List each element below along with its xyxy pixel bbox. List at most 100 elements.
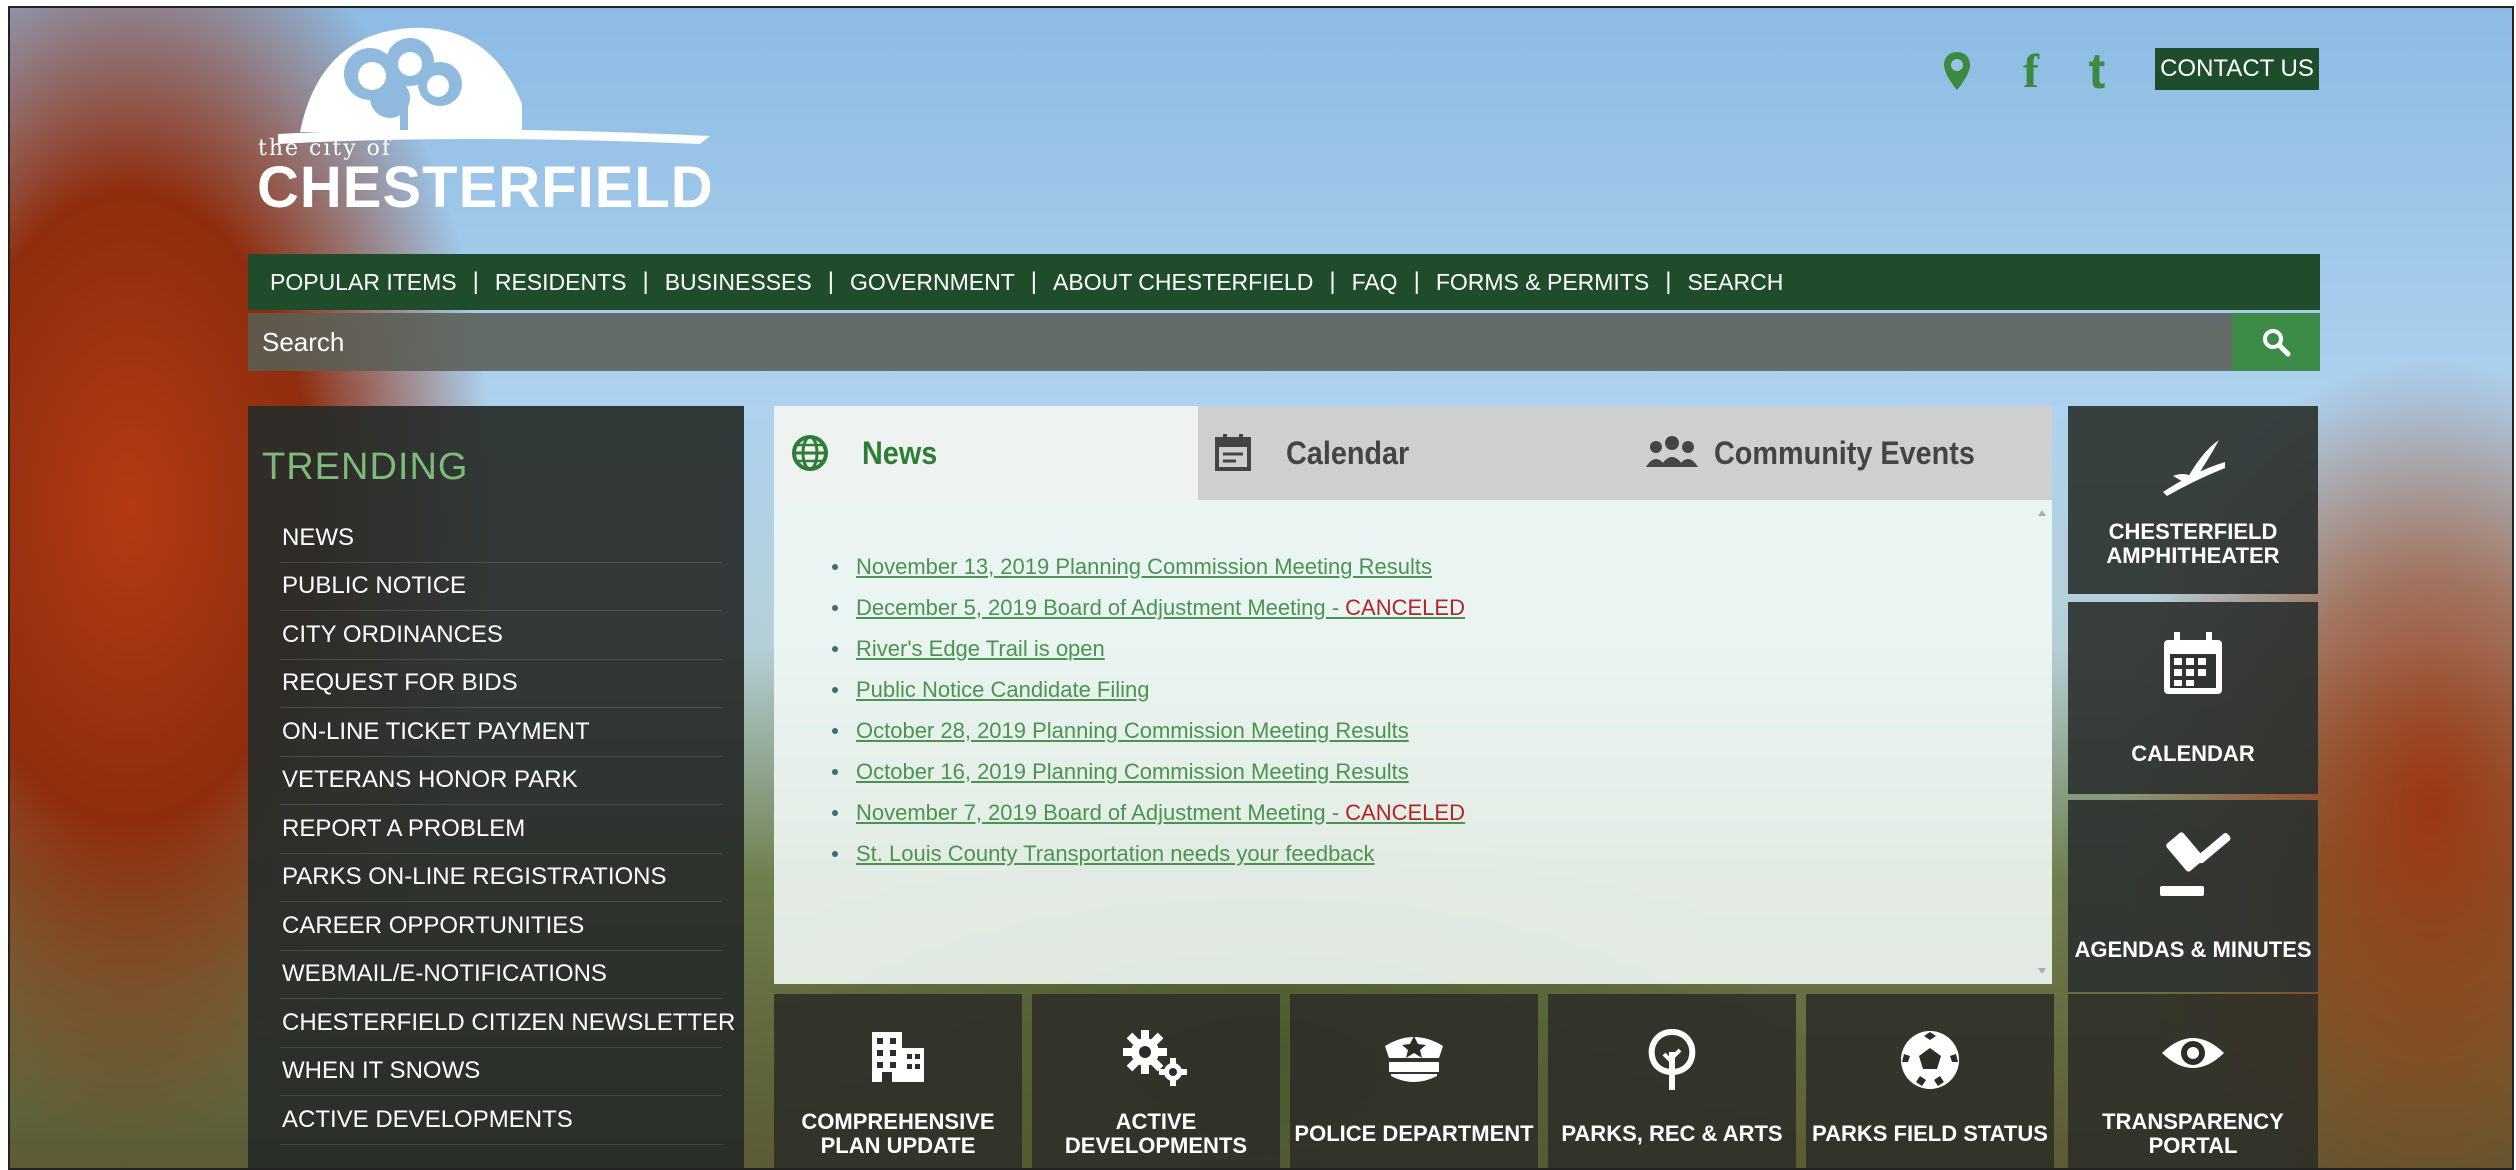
police-department-label: POLICE DEPARTMENT xyxy=(1294,1121,1534,1146)
transparency-portal-label: TRANSPARENCY PORTAL xyxy=(2102,1109,2284,1158)
trending-item-active-developments[interactable]: ACTIVE DEVELOPMENTS xyxy=(280,1096,722,1145)
gears-icon xyxy=(1123,1030,1187,1086)
police-department-tile[interactable]: POLICE DEPARTMENT xyxy=(1290,994,1538,1168)
bullet xyxy=(832,563,838,570)
nav-search[interactable]: SEARCH xyxy=(1687,269,1783,296)
building-icon-wrap xyxy=(774,1028,1022,1084)
trending-item-report-a-problem[interactable]: REPORT A PROBLEM xyxy=(280,805,722,854)
nav-government[interactable]: GOVERNMENT xyxy=(850,269,1015,296)
agendas-minutes-label: AGENDAS & MINUTES xyxy=(2074,937,2312,962)
tab-news-label: News xyxy=(862,434,938,471)
trending-item-parks-online-registrations[interactable]: PARKS ON-LINE REGISTRATIONS xyxy=(280,854,722,902)
nav-about-chesterfield[interactable]: ABOUT CHESTERFIELD xyxy=(1053,269,1313,296)
main-nav: POPULAR ITEMS | RESIDENTS | BUSINESSES |… xyxy=(248,254,2320,310)
canceled-label: CANCELED xyxy=(1345,799,1465,825)
globe-icon xyxy=(792,435,828,471)
police-badge-icon xyxy=(1385,1036,1443,1082)
news-item[interactable]: November 13, 2019 Planning Commission Me… xyxy=(832,546,1465,587)
tab-calendar[interactable]: Calendar xyxy=(1200,406,1624,500)
calendar-icon xyxy=(2164,632,2222,694)
trending-item-citizen-newsletter[interactable]: CHESTERFIELD CITIZEN NEWSLETTER xyxy=(280,999,735,1048)
calendar-tile[interactable]: CALENDAR xyxy=(2068,602,2318,794)
comprehensive-plan-tile[interactable]: COMPREHENSIVE PLAN UPDATE xyxy=(774,994,1022,1168)
news-item[interactable]: December 5, 2019 Board of Adjustment Mee… xyxy=(832,587,1465,628)
nav-separator: | xyxy=(1413,268,1420,295)
canceled-label: CANCELED xyxy=(1345,594,1465,620)
news-item[interactable]: River's Edge Trail is open xyxy=(832,628,1465,669)
news-item[interactable]: November 7, 2019 Board of Adjustment Mee… xyxy=(832,792,1465,833)
agendas-minutes-tile[interactable]: AGENDAS & MINUTES xyxy=(2068,800,2318,992)
news-link[interactable]: River's Edge Trail is open xyxy=(856,636,1105,662)
active-developments-tile[interactable]: ACTIVE DEVELOPMENTS xyxy=(1032,994,1280,1168)
tab-community-events[interactable]: Community Events xyxy=(1626,406,2050,500)
tab-calendar-label: Calendar xyxy=(1286,434,1410,471)
trending-item-public-notice[interactable]: PUBLIC NOTICE xyxy=(280,563,722,611)
news-link-text: November 7, 2019 Board of Adjustment Mee… xyxy=(856,799,1346,825)
calendar-tile-label: CALENDAR xyxy=(2131,741,2255,766)
news-scrollbar[interactable] xyxy=(2032,500,2052,984)
nav-separator: | xyxy=(1030,268,1038,295)
amphitheater-icon xyxy=(2163,440,2225,496)
trending-item-request-for-bids[interactable]: REQUEST FOR BIDS xyxy=(280,660,722,708)
bullet xyxy=(832,809,838,816)
eye-icon xyxy=(2162,1038,2224,1068)
bullet xyxy=(832,768,838,775)
nav-forms-permits[interactable]: FORMS & PERMITS xyxy=(1436,269,1649,296)
nav-faq[interactable]: FAQ xyxy=(1352,269,1398,296)
content-tabs: News Calendar Community Events xyxy=(774,406,2052,500)
nav-popular-items[interactable]: POPULAR ITEMS xyxy=(270,269,457,296)
search-button[interactable] xyxy=(2232,313,2320,371)
news-link-text: December 5, 2019 Board of Adjustment Mee… xyxy=(856,594,1346,620)
news-item[interactable]: Public Notice Candidate Filing xyxy=(832,669,1465,710)
news-item[interactable]: St. Louis County Transportation needs yo… xyxy=(832,833,1465,874)
news-link[interactable]: November 13, 2019 Planning Commission Me… xyxy=(856,554,1432,580)
bullet xyxy=(832,727,838,734)
news-link[interactable]: November 7, 2019 Board of Adjustment Mee… xyxy=(856,800,1465,826)
tab-news[interactable]: News xyxy=(774,406,1198,500)
parks-rec-arts-tile[interactable]: PARKS, REC & ARTS xyxy=(1548,994,1796,1168)
news-item[interactable]: October 28, 2019 Planning Commission Mee… xyxy=(832,710,1465,751)
people-icon xyxy=(1646,436,1698,467)
news-link[interactable]: December 5, 2019 Board of Adjustment Mee… xyxy=(856,595,1465,621)
trending-item-career-opportunities[interactable]: CAREER OPPORTUNITIES xyxy=(280,902,722,951)
trending-item-veterans-honor-park[interactable]: VETERANS HONOR PARK xyxy=(280,757,722,805)
police-badge-icon-wrap xyxy=(1290,1028,1538,1088)
transparency-portal-tile[interactable]: TRANSPARENCY PORTAL xyxy=(2068,994,2318,1168)
logo-big-text: CHESTERFIELD xyxy=(257,155,714,220)
search-input[interactable] xyxy=(248,313,2232,371)
trending-item-when-it-snows[interactable]: WHEN IT SNOWS xyxy=(280,1048,722,1096)
amphitheater-label-line2: AMPHITHEATER xyxy=(2106,543,2280,568)
twitter-icon[interactable]: t xyxy=(2074,43,2120,99)
soccer-ball-icon xyxy=(1901,1031,1959,1089)
nav-residents[interactable]: RESIDENTS xyxy=(495,269,627,296)
news-list: November 13, 2019 Planning Commission Me… xyxy=(832,546,1465,874)
nav-separator: | xyxy=(472,268,479,295)
trending-item-city-ordinances[interactable]: CITY ORDINANCES xyxy=(280,611,722,660)
tree-icon-wrap xyxy=(1548,1028,1796,1092)
trending-panel: TRENDING NEWS PUBLIC NOTICE CITY ORDINAN… xyxy=(248,406,744,1168)
trending-item-webmail-e-notifications[interactable]: WEBMAIL/E-NOTIFICATIONS xyxy=(280,951,722,999)
news-item[interactable]: October 16, 2019 Planning Commission Mee… xyxy=(832,751,1465,792)
parks-field-status-tile[interactable]: PARKS FIELD STATUS xyxy=(1806,994,2054,1168)
bullet xyxy=(832,686,838,693)
map-pin-icon[interactable] xyxy=(1934,46,1980,96)
facebook-icon[interactable]: f xyxy=(2008,45,2054,98)
news-link[interactable]: October 16, 2019 Planning Commission Mee… xyxy=(856,759,1409,785)
tree-icon xyxy=(1648,1028,1696,1090)
parks-field-status-label: PARKS FIELD STATUS xyxy=(1812,1121,2048,1146)
news-link[interactable]: Public Notice Candidate Filing xyxy=(856,677,1150,703)
news-link[interactable]: St. Louis County Transportation needs yo… xyxy=(856,841,1375,867)
building-icon xyxy=(872,1032,924,1082)
bullet xyxy=(832,850,838,857)
city-logo[interactable]: the city of CHESTERFIELD xyxy=(257,14,740,229)
bullet xyxy=(832,645,838,652)
gavel-icon xyxy=(2160,832,2231,896)
news-link[interactable]: October 28, 2019 Planning Commission Mee… xyxy=(856,718,1409,744)
parks-rec-arts-label: PARKS, REC & ARTS xyxy=(1561,1121,1783,1146)
contact-us-button[interactable]: CONTACT US xyxy=(2155,48,2319,90)
nav-businesses[interactable]: BUSINESSES xyxy=(665,269,812,296)
nav-separator: | xyxy=(827,268,834,295)
trending-item-news[interactable]: NEWS xyxy=(280,514,722,563)
amphitheater-tile[interactable]: CHESTERFIELD AMPHITHEATER xyxy=(2068,406,2318,594)
trending-item-online-ticket-payment[interactable]: ON-LINE TICKET PAYMENT xyxy=(280,708,722,757)
